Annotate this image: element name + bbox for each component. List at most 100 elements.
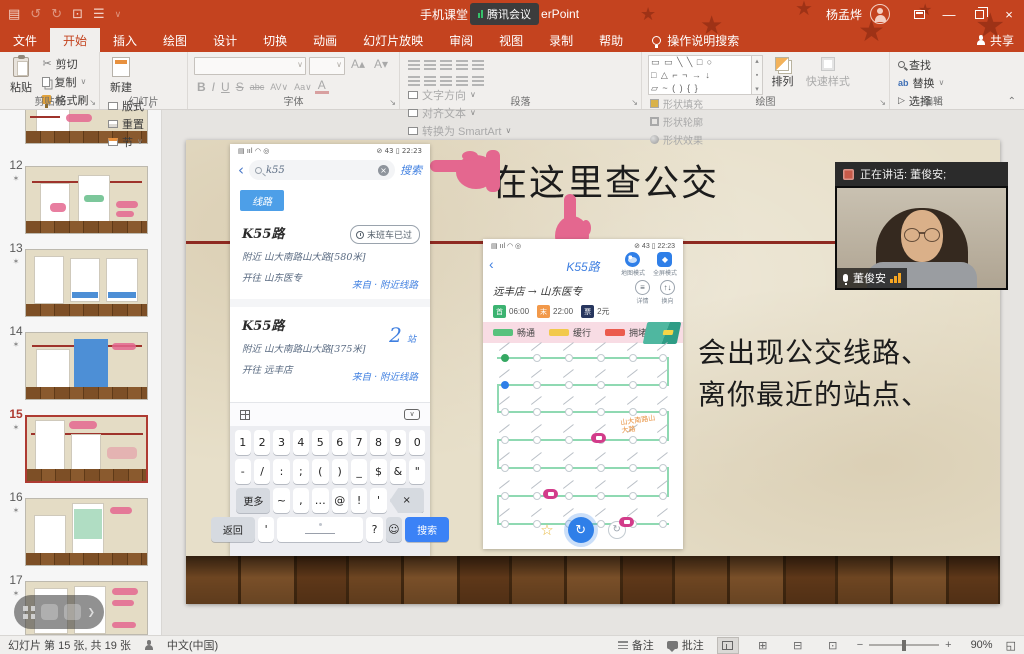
language-indicator[interactable]: 中文(中国) — [167, 637, 218, 653]
change-case-icon[interactable]: Aa∨ — [291, 82, 315, 93]
zoom-in-button[interactable]: + — [945, 639, 951, 651]
clipboard-dialog-launcher[interactable]: ↘ — [89, 98, 96, 107]
strikethrough-icon[interactable]: S — [233, 80, 247, 94]
zoom-out-button[interactable]: − — [857, 639, 863, 651]
thumbnail-slide-15-selected[interactable] — [25, 415, 148, 483]
comments-button[interactable]: 批注 — [667, 637, 704, 653]
copy-button[interactable]: 复制∨ — [42, 73, 88, 90]
phone-screenshot-bus-search[interactable]: ▤ ııl ◠ ◎ ⊘ 43 ▯ 22:23 ‹ k55 × 搜索 线路 K55… — [230, 144, 430, 556]
numbering-icon[interactable] — [424, 60, 436, 62]
thumbnail-slide-13[interactable] — [25, 249, 148, 317]
slide-note-textbox[interactable]: 会出现公交线路、 离你最近的站点、 — [698, 332, 930, 416]
replace-button[interactable]: ab替换∨ — [898, 74, 944, 91]
account-name[interactable]: 杨孟烨 — [826, 6, 862, 23]
reading-view-button[interactable]: ⊟ — [787, 637, 809, 654]
thumbnail-slide-14[interactable] — [25, 332, 148, 400]
thumbnail-slide-12[interactable] — [25, 166, 148, 234]
fit-to-window-button[interactable]: ◱ — [1006, 639, 1016, 652]
font-name-combo[interactable] — [194, 57, 306, 75]
underline-icon[interactable]: U — [218, 80, 233, 94]
tell-me-search[interactable]: 操作说明搜索 — [652, 28, 739, 52]
bullets-icon[interactable] — [408, 60, 420, 62]
slide-heading-textbox[interactable]: 在这里查公交 — [491, 154, 719, 206]
collapse-ribbon-button[interactable]: ⌃ — [1008, 96, 1016, 107]
align-center-icon[interactable] — [424, 76, 436, 78]
shape-effects-button[interactable]: 形状效果 — [650, 131, 716, 148]
tab-animations[interactable]: 动画 — [300, 28, 350, 52]
shapes-gallery-scrollbar[interactable]: ▴▪▾ — [752, 55, 763, 95]
touch-mode-icon[interactable]: ☰ — [93, 6, 105, 22]
shapes-gallery[interactable]: ▭ ▭ ╲ ╲ □ ○□ △ ⌐ ¬ → ↓▱ ~ ( ) { } — [648, 55, 752, 95]
meeting-grid-icon[interactable] — [23, 606, 35, 619]
quick-styles-button[interactable]: 快速样式 — [802, 55, 854, 91]
restore-button[interactable] — [964, 0, 994, 28]
start-slideshow-icon[interactable]: ⊡ — [72, 6, 83, 22]
cut-button[interactable]: 剪切 — [42, 55, 88, 72]
align-right-icon[interactable] — [440, 76, 452, 78]
zoom-slider-track[interactable] — [869, 644, 939, 646]
close-button[interactable]: × — [994, 0, 1024, 28]
columns-icon[interactable] — [472, 76, 484, 78]
tab-file[interactable]: 文件 — [0, 28, 50, 52]
account-avatar[interactable] — [870, 4, 890, 24]
customize-qat-chevron-icon[interactable]: ∨ — [115, 9, 122, 20]
justify-icon[interactable] — [456, 76, 468, 78]
meeting-toolbar-button[interactable] — [64, 604, 81, 620]
decrease-indent-icon[interactable] — [440, 60, 452, 62]
meeting-video-window[interactable]: 正在讲话: 董俊安; 董俊安 — [835, 162, 1008, 290]
save-icon[interactable]: ▤ — [8, 6, 20, 22]
reset-button[interactable]: 重置 — [108, 115, 154, 132]
slide-sorter-view-button[interactable]: ⊞ — [752, 637, 774, 654]
meeting-video-header[interactable]: 正在讲话: 董俊安; — [835, 162, 1008, 186]
tab-review[interactable]: 审阅 — [436, 28, 486, 52]
slideshow-view-button[interactable]: ⊡ — [822, 637, 844, 654]
line-spacing-icon[interactable] — [472, 60, 484, 62]
font-dialog-launcher[interactable]: ↘ — [389, 98, 396, 107]
meeting-toolbar-button[interactable] — [41, 604, 58, 620]
tab-transitions[interactable]: 切换 — [250, 28, 300, 52]
font-size-combo[interactable] — [309, 57, 345, 75]
tab-home[interactable]: 开始 — [50, 28, 100, 52]
font-color-icon[interactable]: A — [315, 80, 329, 94]
paragraph-dialog-launcher[interactable]: ↘ — [631, 98, 638, 107]
new-slide-button[interactable]: 新建 — [106, 55, 136, 97]
minimize-button[interactable]: — — [934, 0, 964, 28]
chevron-right-icon[interactable]: ❯ — [87, 607, 95, 618]
zoom-slider-thumb[interactable] — [902, 640, 906, 651]
grow-font-icon[interactable]: A▴ — [348, 57, 368, 75]
tencent-meeting-mini-bar[interactable]: 腾讯会议 — [470, 3, 539, 25]
notes-button[interactable]: 备注 — [618, 637, 654, 653]
thumbnail-slide-16[interactable] — [25, 498, 148, 566]
character-spacing-icon[interactable]: AV∨ — [267, 82, 291, 93]
drawing-dialog-launcher[interactable]: ↘ — [879, 98, 886, 107]
shrink-font-icon[interactable]: A▾ — [371, 57, 391, 75]
undo-icon[interactable]: ↺ — [30, 6, 41, 22]
tab-design[interactable]: 设计 — [200, 28, 250, 52]
tab-insert[interactable]: 插入 — [100, 28, 150, 52]
redo-icon[interactable]: ↻ — [51, 6, 62, 22]
increase-indent-icon[interactable] — [456, 60, 468, 62]
phone-screenshot-route-detail[interactable]: ▤ ııl ◠ ◎ ⊘ 43 ▯ 22:23 ‹ K55路 地图模式 ◆全屏模式… — [483, 239, 683, 549]
shape-outline-button[interactable]: 形状轮廓 — [650, 113, 716, 130]
section-button[interactable]: 节∨ — [108, 133, 154, 150]
ribbon-display-options-button[interactable] — [904, 0, 934, 28]
tab-record[interactable]: 录制 — [536, 28, 586, 52]
tab-help[interactable]: 帮助 — [586, 28, 636, 52]
arrange-button[interactable]: 排列 — [767, 55, 797, 91]
italic-icon[interactable]: I — [209, 80, 218, 94]
accessibility-icon[interactable] — [145, 640, 153, 650]
align-left-icon[interactable] — [408, 76, 420, 78]
normal-view-button[interactable] — [717, 637, 739, 654]
tab-draw[interactable]: 绘图 — [150, 28, 200, 52]
convert-smartart-button[interactable]: 转换为 SmartArt∨ — [408, 122, 526, 139]
paste-button[interactable]: 粘贴 — [6, 55, 36, 97]
bold-icon[interactable]: B — [194, 80, 209, 94]
shadow-icon[interactable]: abc — [247, 82, 268, 92]
tab-slideshow[interactable]: 幻灯片放映 — [350, 28, 436, 52]
clipboard-group: 粘贴 剪切 复制∨ 格式刷 剪贴板 ↘ — [0, 52, 100, 109]
meeting-floating-toolbar[interactable]: ❯ — [14, 595, 104, 629]
zoom-percentage[interactable]: 90% — [965, 639, 993, 651]
tab-view[interactable]: 视图 — [486, 28, 536, 52]
webcam-video-frame[interactable]: 董俊安 — [835, 186, 1008, 290]
find-button[interactable]: 查找 — [898, 56, 944, 73]
